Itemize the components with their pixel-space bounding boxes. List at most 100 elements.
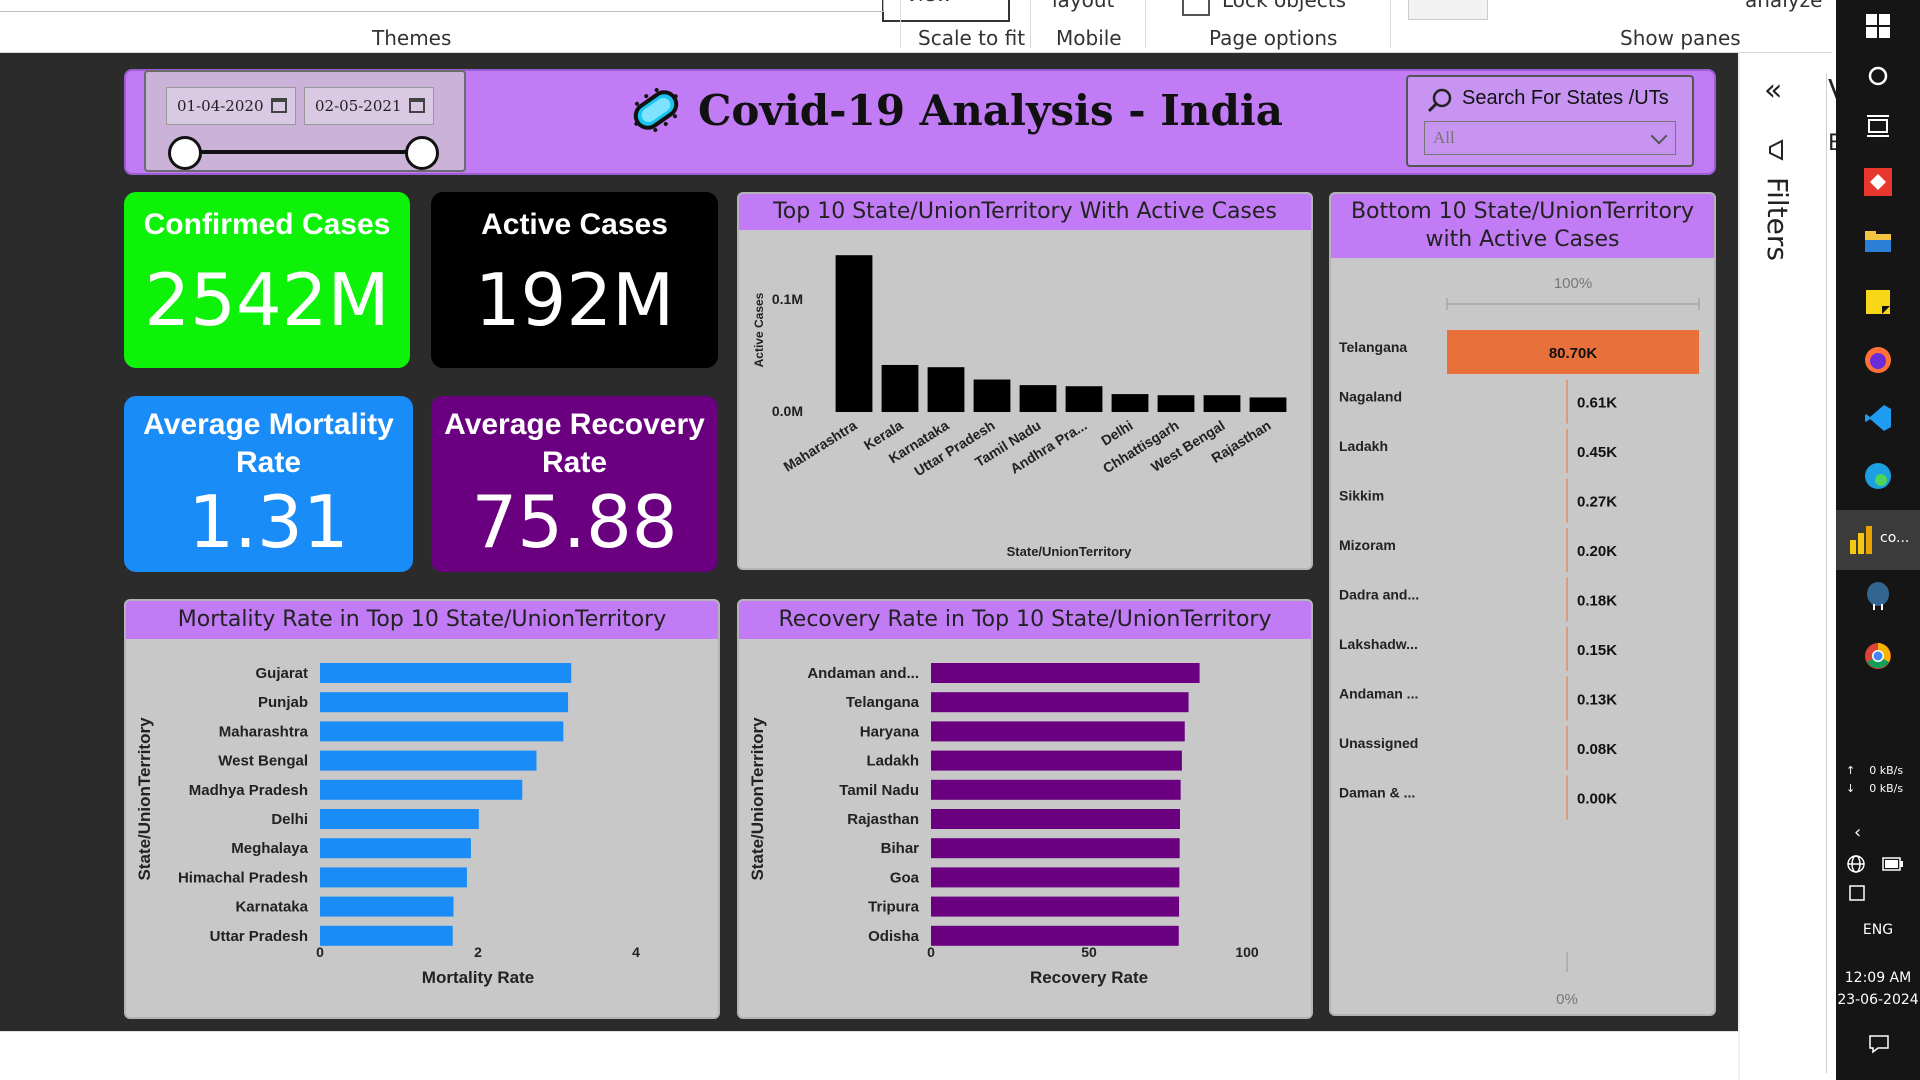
kpi-value: 192M [474,258,675,342]
category-label: Madhya Pradesh [189,782,308,799]
windows-taskbar: co... ↑ 0 kB/s ↓ 0 kB/s ‹ ENG 12:09 AM 2… [1836,0,1920,1080]
bar-andaman-and- [931,663,1200,683]
megaphone-icon[interactable] [1766,137,1792,163]
sticky-notes-icon[interactable] [1862,286,1894,318]
bottom-active-chart-panel[interactable]: Bottom 10 State/UnionTerritory with Acti… [1329,192,1716,1016]
chevron-left-icon[interactable]: ‹ [1854,822,1920,843]
view-button-frame[interactable]: view [882,0,1010,22]
confirmed-cases-card: Confirmed Cases 2542M [124,192,410,368]
date-slider-end-handle[interactable] [405,136,439,170]
chart-title-line1: Bottom 10 State/UnionTerritory [1350,199,1695,224]
bar-goa [931,867,1180,888]
powerbi-icon [1850,526,1872,554]
calendar-icon[interactable] [409,98,425,113]
bar-karnataka [320,896,454,917]
vscode-icon[interactable] [1862,402,1894,434]
anydesk-icon[interactable] [1862,166,1894,198]
x-tick-label: 0 [316,944,324,960]
clock-time[interactable]: 12:09 AM [1836,970,1920,986]
y-axis-label: State/UnionTerritory [135,717,154,881]
category-label: Daman & ... [1339,785,1415,801]
device-icon[interactable] [1848,884,1866,902]
clock-date[interactable]: 23-06-2024 [1836,992,1920,1008]
globe-icon[interactable] [1846,854,1866,874]
chart-title: Mortality Rate in Top 10 State/UnionTerr… [126,601,718,639]
data-label: 0.00K [1577,791,1617,808]
kpi-title-line2: Rate [541,446,608,479]
mortality-chart-panel[interactable]: Mortality Rate in Top 10 State/UnionTerr… [124,599,720,1019]
category-label: Ladakh [866,753,919,770]
recovery-chart-panel[interactable]: Recovery Rate in Top 10 State/UnionTerri… [737,599,1313,1019]
category-label: Andaman ... [1339,686,1418,702]
dropdown-value: All [1433,128,1455,147]
data-label: 0.15K [1577,642,1617,659]
ribbon-divider [1030,0,1031,48]
average-mortality-card: Average Mortality Rate 1.31 [124,396,413,572]
recovery-bar-chart[interactable]: Andaman and... Telangana Haryana Ladakh Tami… [739,639,1311,1017]
bottom-axis-tick: 0% [1556,991,1578,1008]
bar-delhi [1111,394,1149,412]
windows-start-icon[interactable] [1862,10,1894,42]
state-dropdown[interactable]: All [1424,121,1676,155]
calendar-icon[interactable] [271,98,287,113]
y-axis-label: Active Cases [752,292,766,367]
notifications-icon[interactable] [1868,1034,1890,1054]
category-label: Uttar Pradesh [210,928,308,945]
category-label: Delhi [271,811,308,828]
date-from-input[interactable]: 01-04-2020 [166,87,296,125]
chart-title: Recovery Rate in Top 10 State/UnionTerri… [739,601,1311,639]
themes-gallery[interactable] [0,0,884,12]
x-tick-label: 0 [927,944,935,960]
category-label: Bihar [881,840,920,857]
filters-tab[interactable]: Filters [1756,177,1796,277]
canvas-footer [0,1031,1738,1080]
edge-icon[interactable] [1862,460,1894,492]
postgresql-icon[interactable] [1862,580,1894,612]
data-label: 0.18K [1577,593,1617,610]
chevron-down-icon[interactable] [1650,127,1668,145]
mortality-bar-chart[interactable]: Gujarat Punjab Maharashtra West Bengal Madhy… [126,639,718,1017]
bar-west-bengal [1203,395,1241,412]
mobile-label[interactable]: Mobile [1056,26,1122,50]
top-active-chart-panel[interactable]: Top 10 State/UnionTerritory With Active … [737,192,1313,570]
category-label: Tripura [868,899,920,916]
page-title: Covid-19 Analysis - India [698,85,1284,135]
category-label: Telangana [1339,339,1407,355]
language-indicator[interactable]: ENG [1836,922,1920,938]
bar-meghalaya [320,838,471,859]
category-label: Nagaland [1339,389,1402,405]
file-explorer-icon[interactable] [1862,226,1894,258]
chrome-icon[interactable] [1862,640,1894,672]
category-label: Himachal Pradesh [178,869,308,886]
show-panes-button[interactable] [1408,0,1488,20]
bar-uttar-pradesh [973,379,1011,412]
date-to-input[interactable]: 02-05-2021 [304,87,434,125]
firefox-icon[interactable] [1862,344,1894,376]
task-view-icon[interactable] [1862,110,1894,142]
bar-tamil-nadu [931,779,1181,800]
date-slider-start-handle[interactable] [168,136,202,170]
lock-objects-checkbox[interactable] [1182,0,1210,16]
side-pane: « Filters V B [1742,53,1847,1080]
bar-haryana [931,721,1185,742]
battery-icon[interactable] [1882,856,1904,872]
search-icon[interactable] [1862,60,1894,92]
bar-rajasthan [931,809,1181,829]
scale-to-fit-label[interactable]: Scale to fit [918,26,1025,50]
bar-chhattisgarh [1157,395,1195,412]
lock-objects-label: Lock objects [1222,0,1347,12]
ribbon-divider [900,0,901,48]
category-label: Dadra and... [1339,587,1419,603]
powerbi-taskbar-item[interactable]: co... [1836,510,1920,570]
network-download-value: 0 kB/s [1869,782,1904,795]
date-slider-track[interactable] [184,150,424,154]
y-tick-label: 0.0M [772,403,803,419]
date-from-value: 01-04-2020 [177,97,264,115]
collapse-pane-icon[interactable]: « [1764,73,1782,108]
top-active-bar-chart[interactable]: 0.0M0.1MMaharashtra KeralaKarnatakaUttar … [739,230,1311,568]
x-axis-label: State/UnionTerritory [1007,544,1132,559]
state-search-slicer[interactable]: Search For States /UTs All [1406,75,1694,167]
category-label: Maharashtra [219,723,309,740]
date-range-slicer[interactable]: 01-04-2020 02-05-2021 [144,70,466,172]
bottom-active-bar-chart[interactable]: 100% Telangana 80.70K Nagaland 0.61K Ladakh 0.… [1331,258,1714,1014]
